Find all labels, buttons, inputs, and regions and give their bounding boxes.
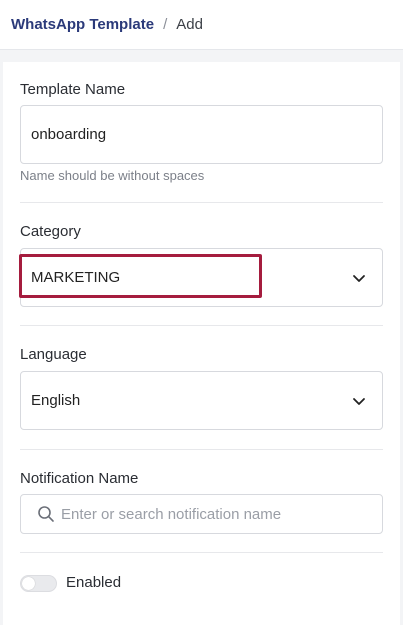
divider <box>20 202 383 203</box>
template-form-card: Template Name onboarding Name should be … <box>3 62 400 625</box>
category-select[interactable]: MARKETING <box>20 248 383 307</box>
breadcrumb: WhatsApp Template / Add <box>0 0 403 50</box>
search-icon <box>38 506 54 522</box>
template-name-label: Template Name <box>20 81 126 98</box>
language-selected-value: English <box>31 392 81 409</box>
language-select[interactable]: English <box>20 371 383 430</box>
breadcrumb-separator: / <box>163 16 168 33</box>
template-name-hint: Name should be without spaces <box>20 168 205 183</box>
chevron-down-icon <box>353 274 365 282</box>
category-label: Category <box>20 223 81 240</box>
breadcrumb-parent-link[interactable]: WhatsApp Template <box>11 16 154 33</box>
language-label: Language <box>20 346 87 363</box>
toggle-knob <box>22 577 35 590</box>
notification-search-input[interactable]: Enter or search notification name <box>20 494 383 534</box>
divider <box>20 325 383 326</box>
divider <box>20 449 383 450</box>
template-name-input[interactable]: onboarding <box>20 105 383 164</box>
enabled-label: Enabled <box>66 574 122 591</box>
chevron-down-icon <box>353 397 365 405</box>
enabled-toggle[interactable] <box>20 575 57 592</box>
category-selected-value: MARKETING <box>31 269 121 286</box>
breadcrumb-current: Add <box>176 16 203 33</box>
notification-search-placeholder: Enter or search notification name <box>61 505 282 523</box>
notification-name-label: Notification Name <box>20 470 139 487</box>
template-name-value: onboarding <box>31 126 107 143</box>
divider <box>20 552 383 553</box>
